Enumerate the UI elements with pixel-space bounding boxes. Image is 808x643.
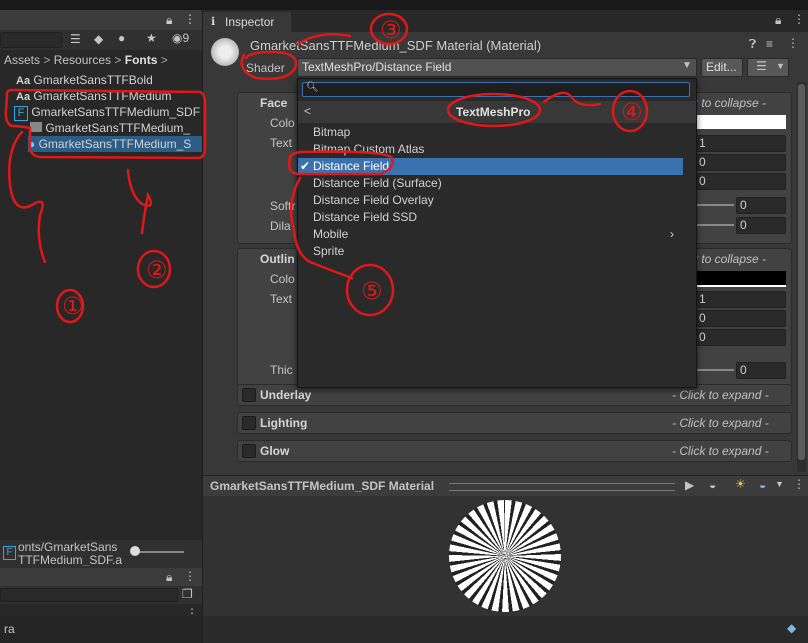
menu-item-circle: [287, 150, 394, 176]
annotation-label-2: ②: [146, 256, 168, 284]
highlight-box: [4, 88, 207, 160]
annotation-label-5: ⑤: [361, 277, 383, 305]
pointer-line-2: [126, 168, 153, 235]
annotation-layer: ① ② ③ ④ ⑤: [4, 12, 649, 324]
annotation-label-1: ①: [62, 292, 84, 320]
annotation-label-4: ④: [621, 98, 643, 126]
pointer-line-1: [8, 130, 47, 264]
header-circle: [446, 92, 542, 128]
pointer-line-5: [289, 176, 354, 280]
shader-circle: [240, 50, 298, 80]
annotation-label-3: ③: [380, 16, 402, 44]
pointer-line-4: [542, 91, 602, 107]
pointer-line-3: [296, 33, 352, 46]
